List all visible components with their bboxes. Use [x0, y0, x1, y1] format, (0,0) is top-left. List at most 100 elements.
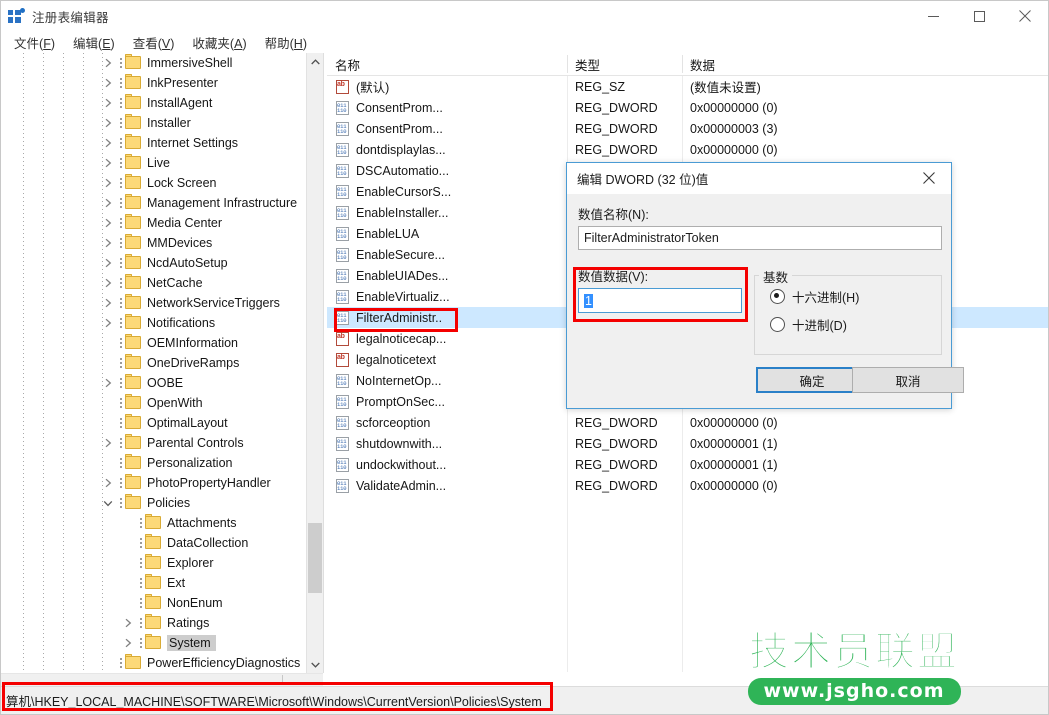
chevron-right-icon[interactable] — [100, 273, 116, 293]
chevron-right-icon[interactable] — [100, 433, 116, 453]
table-row[interactable]: 011 110 ValidateAdmin... REG_DWORD 0x0000000… — [327, 475, 1048, 496]
chevron-right-icon[interactable] — [120, 633, 136, 653]
dialog-title: 编辑 DWORD (32 位)值 — [577, 173, 709, 187]
dword-value-icon: 011 110 — [335, 268, 351, 283]
chevron-right-icon[interactable] — [100, 53, 116, 73]
tree-item-nonenum[interactable]: NonEnum — [1, 593, 306, 613]
tree-hscroll-thumb[interactable] — [2, 675, 283, 684]
tree-item-powerefficiencydiagnostics[interactable]: PowerEfficiencyDiagnostics — [1, 653, 306, 673]
tree-item-oeminformation[interactable]: OEMInformation — [1, 333, 306, 353]
minimize-button[interactable] — [910, 1, 956, 31]
chevron-right-icon[interactable] — [100, 213, 116, 233]
maximize-button[interactable] — [956, 1, 1002, 31]
chevron-right-icon[interactable] — [100, 193, 116, 213]
tree-scroll-thumb[interactable] — [308, 523, 322, 593]
value-data-cell: 0x00000003 (3) — [690, 121, 778, 136]
value-data-input[interactable]: 1 — [578, 288, 742, 313]
table-row[interactable]: 011 110 ConsentProm... REG_DWORD 0x00000003 … — [327, 118, 1048, 139]
tree-item-internet-settings[interactable]: Internet Settings — [1, 133, 306, 153]
tree-item-lock-screen[interactable]: Lock Screen — [1, 173, 306, 193]
tree-item-immersiveshell[interactable]: ImmersiveShell — [1, 53, 306, 73]
dialog-close-button[interactable] — [907, 163, 951, 193]
table-row[interactable]: 011 110 dontdisplaylas... REG_DWORD 0x000000… — [327, 139, 1048, 160]
menu-file[interactable]: 文件(F) — [5, 31, 64, 54]
chevron-right-icon[interactable] — [100, 253, 116, 273]
chevron-right-icon[interactable] — [100, 153, 116, 173]
tree-item-onedriveramps[interactable]: OneDriveRamps — [1, 353, 306, 373]
tree-item-datacollection[interactable]: DataCollection — [1, 533, 306, 553]
tree-item-photopropertyhandler[interactable]: PhotoPropertyHandler — [1, 473, 306, 493]
chevron-right-icon[interactable] — [100, 113, 116, 133]
chevron-right-icon[interactable] — [100, 133, 116, 153]
tree-item-notifications[interactable]: Notifications — [1, 313, 306, 333]
value-name-input[interactable]: FilterAdministratorToken — [578, 226, 942, 250]
tree-item-label: OpenWith — [147, 396, 203, 410]
column-header-data[interactable]: 数据 — [682, 53, 1042, 75]
tree-item-ncdautosetup[interactable]: NcdAutoSetup — [1, 253, 306, 273]
dword-value-icon: 011 110 — [335, 226, 351, 241]
tree-item-oobe[interactable]: OOBE — [1, 373, 306, 393]
chevron-right-icon[interactable] — [100, 293, 116, 313]
registry-tree[interactable]: ImmersiveShell InkPresenter InstallAgent In… — [1, 53, 306, 673]
table-row[interactable]: 011 110 undockwithout... REG_DWORD 0x0000000… — [327, 454, 1048, 475]
tree-item-policies[interactable]: Policies — [1, 493, 306, 513]
radio-hexadecimal[interactable]: 十六进制(H) — [770, 287, 859, 306]
tree-vertical-scrollbar[interactable] — [306, 53, 323, 673]
tree-item-live[interactable]: Live — [1, 153, 306, 173]
tree-item-explorer[interactable]: Explorer — [1, 553, 306, 573]
chevron-right-icon[interactable] — [100, 73, 116, 93]
current-key-path: 算机\HKEY_LOCAL_MACHINE\SOFTWARE\Microsoft… — [6, 695, 542, 709]
folder-icon — [125, 134, 142, 150]
chevron-right-icon[interactable] — [100, 93, 116, 113]
menu-favorites[interactable]: 收藏夹(A) — [183, 31, 255, 54]
tree-item-ratings[interactable]: Ratings — [1, 613, 306, 633]
menu-view[interactable]: 查看(V) — [124, 31, 184, 54]
chevron-right-icon[interactable] — [100, 173, 116, 193]
menu-help[interactable]: 帮助(H) — [256, 31, 316, 54]
tree-item-netcache[interactable]: NetCache — [1, 273, 306, 293]
menu-help-label: 帮助 — [264, 36, 290, 51]
tree-item-inkpresenter[interactable]: InkPresenter — [1, 73, 306, 93]
tree-item-mmdevices[interactable]: MMDevices — [1, 233, 306, 253]
folder-icon — [145, 574, 162, 590]
tree-item-attachments[interactable]: Attachments — [1, 513, 306, 533]
tree-item-networkservicetriggers[interactable]: NetworkServiceTriggers — [1, 293, 306, 313]
tree-item-ext[interactable]: Ext — [1, 573, 306, 593]
radio-decimal[interactable]: 十进制(D) — [770, 315, 847, 334]
chevron-right-icon[interactable] — [100, 373, 116, 393]
tree-item-personalization[interactable]: Personalization — [1, 453, 306, 473]
tree-item-openwith[interactable]: OpenWith — [1, 393, 306, 413]
chevron-right-icon[interactable] — [100, 313, 116, 333]
tree-item-installagent[interactable]: InstallAgent — [1, 93, 306, 113]
tree-item-optimallayout[interactable]: OptimalLayout — [1, 413, 306, 433]
chevron-down-icon[interactable] — [100, 493, 116, 513]
value-type-cell: REG_DWORD — [575, 121, 658, 136]
tree-item-label: Ext — [167, 576, 186, 590]
tree-item-management-infrastructure[interactable]: Management Infrastructure — [1, 193, 306, 213]
value-name-text: ConsentProm... — [356, 121, 443, 136]
tree-item-label: MMDevices — [147, 236, 213, 250]
cancel-button[interactable]: 取消 — [852, 367, 964, 393]
value-data-label-text: 数值数据(V): — [578, 270, 649, 284]
tree-item-system[interactable]: System — [1, 633, 306, 653]
table-row[interactable]: 011 110 shutdownwith... REG_DWORD 0x00000001… — [327, 433, 1048, 454]
table-row[interactable]: 011 110 ConsentProm... REG_DWORD 0x00000000 … — [327, 97, 1048, 118]
tree-item-parental-controls[interactable]: Parental Controls — [1, 433, 306, 453]
tree-item-installer[interactable]: Installer — [1, 113, 306, 133]
column-header-name[interactable]: 名称 — [327, 53, 567, 75]
registry-tree-pane: ImmersiveShell InkPresenter InstallAgent In… — [1, 53, 323, 673]
menu-edit[interactable]: 编辑(E) — [64, 31, 124, 54]
tree-horizontal-scrollbar[interactable] — [1, 673, 323, 686]
tree-connector-dots — [116, 333, 125, 353]
column-header-type[interactable]: 类型 — [567, 53, 682, 75]
table-row[interactable]: ab (默认) REG_SZ (数值未设置) — [327, 76, 1048, 97]
scroll-down-icon[interactable] — [307, 656, 323, 673]
chevron-right-icon[interactable] — [120, 613, 136, 633]
table-row[interactable]: 011 110 scforceoption REG_DWORD 0x00000000 (… — [327, 412, 1048, 433]
close-button[interactable] — [1002, 1, 1048, 31]
scroll-up-icon[interactable] — [307, 53, 323, 70]
tree-item-media-center[interactable]: Media Center — [1, 213, 306, 233]
chevron-right-icon[interactable] — [100, 233, 116, 253]
chevron-right-icon[interactable] — [100, 473, 116, 493]
